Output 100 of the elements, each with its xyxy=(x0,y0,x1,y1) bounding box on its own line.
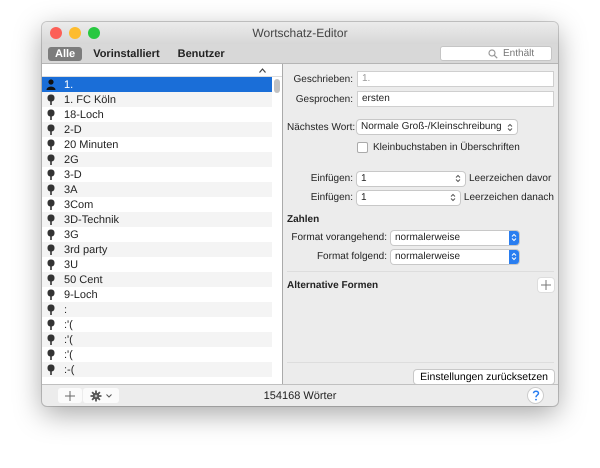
word-text: 3rd party xyxy=(64,244,108,256)
microphone-icon xyxy=(46,289,56,300)
word-row[interactable]: 18-Loch xyxy=(42,107,272,122)
word-row[interactable]: 3U xyxy=(42,257,272,272)
word-row[interactable]: 3D-Technik xyxy=(42,212,272,227)
scrollbar-thumb[interactable] xyxy=(274,79,280,93)
add-button[interactable] xyxy=(538,278,554,292)
insert-count-dropdown[interactable]: 1 xyxy=(357,190,460,204)
word-text: 3Com xyxy=(64,198,94,210)
microphone-icon xyxy=(46,169,56,180)
field-label: Nächstes Wort: xyxy=(287,122,353,132)
microphone-icon xyxy=(46,319,56,330)
spaces-label: Leerzeichen danach xyxy=(464,192,554,203)
spaces-label: Leerzeichen davor xyxy=(469,173,552,184)
microphone-icon xyxy=(46,334,56,345)
microphone-icon xyxy=(46,349,56,360)
format-dropdown[interactable]: normalerweise xyxy=(391,230,519,244)
section-heading: Alternative Formen xyxy=(287,280,378,290)
word-row[interactable]: 3rd party xyxy=(42,242,272,257)
person-icon xyxy=(46,79,56,90)
format-dropdown[interactable]: normalerweise xyxy=(391,250,519,264)
up-down-arrows-icon xyxy=(511,233,517,242)
checkbox[interactable] xyxy=(357,142,368,152)
help-button[interactable] xyxy=(527,387,544,404)
word-row[interactable]: :'( xyxy=(42,332,272,347)
close-button[interactable] xyxy=(50,27,62,39)
word-row[interactable]: :'( xyxy=(42,347,272,362)
word-text: 3-D xyxy=(64,168,82,180)
filter-tab[interactable]: Vorinstalliert xyxy=(86,46,167,60)
word-text: 3U xyxy=(64,258,78,270)
word-text: 18-Loch xyxy=(64,108,104,120)
word-text: 20 Minuten xyxy=(64,138,118,150)
word-text: 1. xyxy=(64,78,74,90)
caret-icon xyxy=(106,394,112,398)
insert-count-dropdown[interactable]: 1 xyxy=(357,172,465,186)
plus-icon xyxy=(65,390,75,400)
word-text: 3D-Technik xyxy=(64,214,120,226)
word-text: 1. FC Köln xyxy=(64,94,116,106)
microphone-icon xyxy=(46,199,56,210)
word-row[interactable]: 9-Loch xyxy=(42,287,272,302)
field-label: Format folgend: xyxy=(316,251,387,262)
word-text: : xyxy=(64,304,68,316)
microphone-icon xyxy=(46,214,56,225)
word-row[interactable]: 50 Cent xyxy=(42,272,272,287)
microphone-icon xyxy=(46,94,56,105)
search-field[interactable]: Enthält xyxy=(440,46,552,61)
up-down-arrows-icon xyxy=(450,193,456,202)
word-row[interactable]: 3-D xyxy=(42,167,272,182)
word-row[interactable]: 2-D xyxy=(42,122,272,137)
gear-menu-button[interactable] xyxy=(83,388,119,403)
microphone-icon xyxy=(46,109,56,120)
word-text: 3G xyxy=(64,228,79,240)
up-down-arrows-icon xyxy=(511,252,517,261)
word-text: 50 Cent xyxy=(64,274,103,286)
microphone-icon xyxy=(46,274,56,285)
microphone-icon xyxy=(46,229,56,240)
plus-icon xyxy=(541,280,551,290)
word-text: :'( xyxy=(64,348,73,360)
word-row[interactable]: : xyxy=(42,302,272,317)
reset-button[interactable]: Einstellungen zurücksetzen xyxy=(414,370,554,384)
word-row[interactable]: :'( xyxy=(42,317,272,332)
next-word-dropdown[interactable]: Normale Groß-/Kleinschreibung xyxy=(357,120,517,134)
up-down-arrows-icon xyxy=(455,174,461,183)
filter-tab[interactable]: Benutzer xyxy=(170,46,232,60)
microphone-icon xyxy=(46,184,56,195)
word-row[interactable]: :-( xyxy=(42,362,272,377)
word-text: :'( xyxy=(64,334,73,346)
spoken-field[interactable]: ersten xyxy=(357,91,554,107)
word-text: 2-D xyxy=(64,124,82,136)
microphone-icon xyxy=(46,304,56,315)
field-label: Einfügen: xyxy=(310,173,353,184)
microphone-icon xyxy=(46,124,56,135)
field-label: Format vorangehend: xyxy=(290,232,387,243)
word-row[interactable]: 1. xyxy=(42,77,272,92)
microphone-icon xyxy=(46,364,56,375)
word-row[interactable]: 3A xyxy=(42,182,272,197)
checkbox-label: Kleinbuchstaben in Überschriften xyxy=(373,142,520,152)
word-text: :-( xyxy=(64,364,74,376)
microphone-icon xyxy=(46,154,56,165)
gear-icon xyxy=(90,390,102,402)
field-label: Geschrieben: xyxy=(292,74,353,84)
add-button[interactable] xyxy=(58,388,82,403)
field-label: Gesprochen: xyxy=(294,94,353,104)
word-row[interactable]: 1. FC Köln xyxy=(42,92,272,107)
window-title: Wortschatz-Editor xyxy=(252,26,348,40)
microphone-icon xyxy=(46,244,56,255)
field-label: Einfügen: xyxy=(310,192,353,203)
microphone-icon xyxy=(46,139,56,150)
word-row[interactable]: 2G xyxy=(42,152,272,167)
word-row[interactable]: 3G xyxy=(42,227,272,242)
word-row[interactable]: 3Com xyxy=(42,197,272,212)
word-text: 2G xyxy=(64,154,79,166)
word-text: 9-Loch xyxy=(64,288,98,300)
word-row[interactable]: 20 Minuten xyxy=(42,137,272,152)
filter-tab[interactable]: Alle xyxy=(48,46,82,60)
sort-caret-icon[interactable] xyxy=(259,68,266,72)
word-text: 3A xyxy=(64,184,78,196)
microphone-icon xyxy=(46,259,56,270)
word-count: 154168 Wörter xyxy=(264,390,336,402)
up-down-arrows-icon xyxy=(507,122,513,132)
